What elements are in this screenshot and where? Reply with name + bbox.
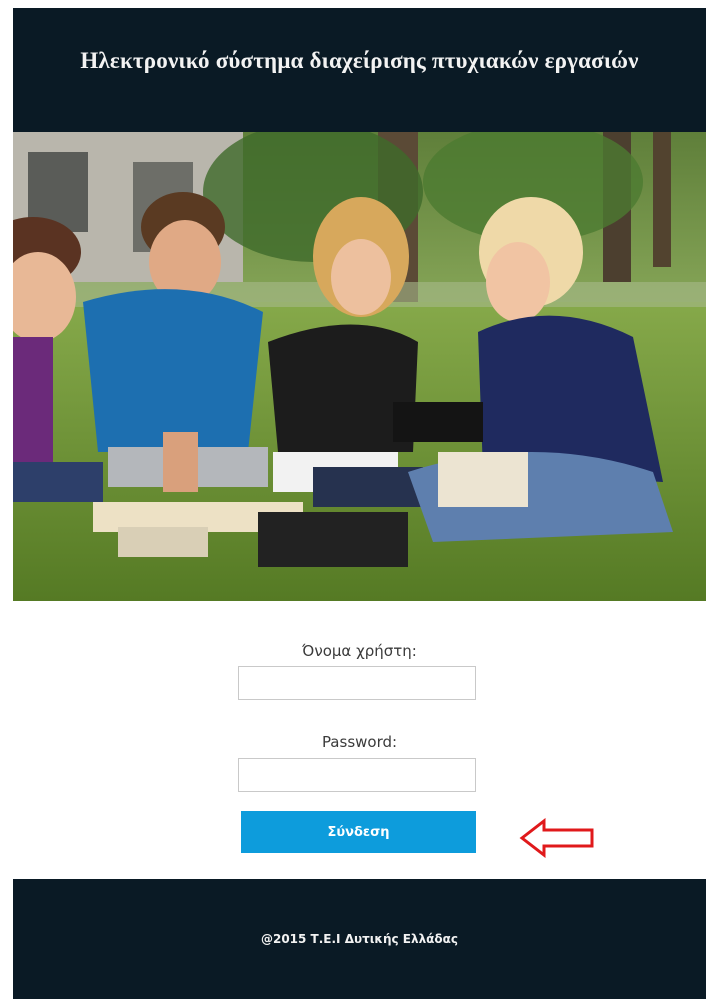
password-input[interactable] [238, 758, 476, 792]
username-input[interactable] [238, 666, 476, 700]
page-header: Ηλεκτρονικό σύστημα διαχείρισης πτυχιακώ… [13, 8, 706, 132]
copyright-text: @2015 Τ.Ε.Ι Δυτικής Ελλάδας [260, 932, 459, 946]
page-footer: @2015 Τ.Ε.Ι Δυτικής Ελλάδας [13, 879, 706, 999]
page-frame: Ηλεκτρονικό σύστημα διαχείρισης πτυχιακώ… [13, 8, 706, 999]
left-arrow-icon [519, 818, 594, 858]
page-title: Ηλεκτρονικό σύστημα διαχείρισης πτυχιακώ… [80, 48, 639, 73]
students-photo-illustration [13, 132, 706, 601]
login-button[interactable]: Σύνδεση [241, 811, 476, 853]
login-form: Όνομα χρήστη: Password: Σύνδεση [13, 601, 706, 879]
password-label: Password: [321, 733, 398, 751]
hero-photo [13, 132, 706, 601]
username-label: Όνομα χρήστη: [302, 642, 417, 660]
